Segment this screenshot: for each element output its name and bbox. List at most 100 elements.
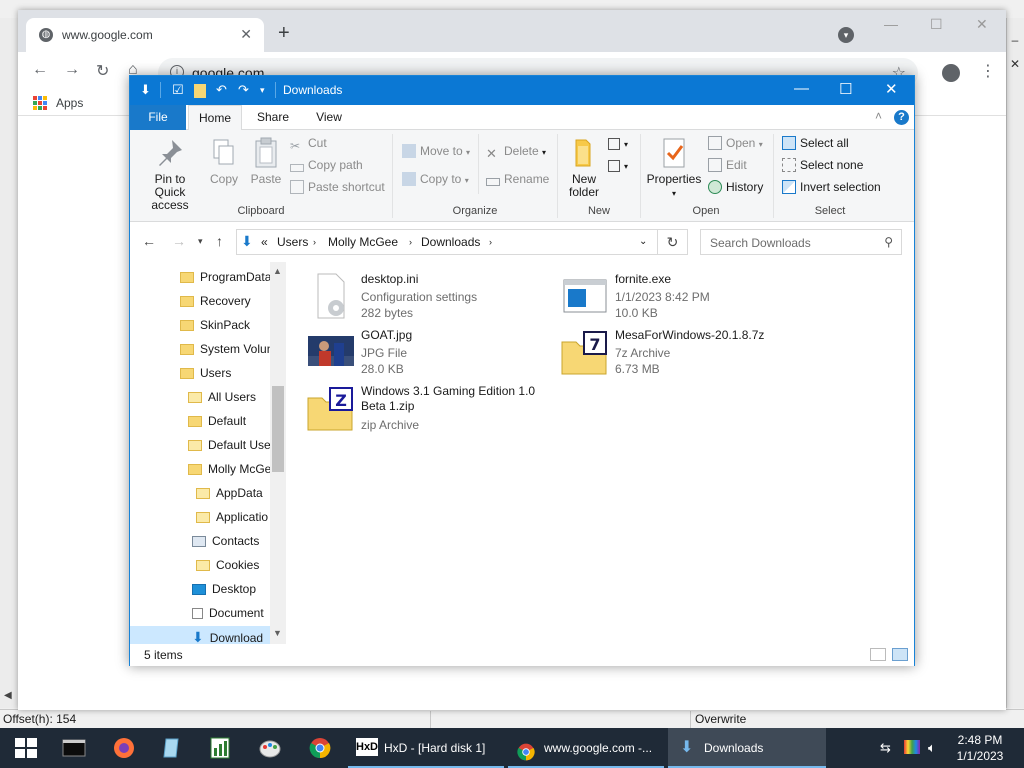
new-tab-button[interactable]: +: [278, 23, 290, 43]
new-item-button[interactable]: ▾: [608, 134, 628, 152]
file-item[interactable]: fornite.exe 1/1/2023 8:42 PM 10.0 KB: [544, 262, 794, 320]
glass-app-icon[interactable]: [160, 736, 184, 760]
chrome-tab[interactable]: ◍ www.google.com ✕: [26, 18, 264, 52]
open-button[interactable]: Open ▾: [708, 134, 763, 152]
nav-item[interactable]: Users: [180, 362, 231, 384]
paste-button[interactable]: Paste: [246, 136, 286, 186]
taskbar-app-explorer[interactable]: ⬇ Downloads: [668, 728, 826, 768]
pin-quick-access-button[interactable]: Pin to Quick access: [138, 136, 202, 212]
nav-item[interactable]: All Users: [188, 386, 256, 408]
undo-icon[interactable]: ↶: [216, 82, 227, 98]
forward-icon[interactable]: →: [172, 233, 186, 249]
nav-item[interactable]: Cookies: [196, 554, 259, 576]
reload-icon[interactable]: ↻: [96, 61, 109, 81]
back-icon[interactable]: ←: [142, 233, 156, 249]
nav-item[interactable]: Contacts: [192, 530, 259, 552]
move-to-button[interactable]: Move to ▾: [402, 142, 470, 160]
down-arrow-icon[interactable]: ⬇: [140, 82, 151, 98]
apps-bookmark[interactable]: Apps: [56, 96, 83, 110]
help-icon[interactable]: ?: [894, 110, 909, 125]
recent-locations-icon[interactable]: ▾: [198, 236, 203, 247]
large-icons-view-icon[interactable]: [892, 648, 908, 661]
nav-item[interactable]: Desktop: [192, 578, 256, 600]
edit-button[interactable]: Edit: [708, 156, 747, 174]
breadcrumb-users[interactable]: Users: [277, 235, 308, 249]
invert-selection-button[interactable]: Invert selection: [782, 178, 881, 196]
copy-button[interactable]: Copy: [204, 136, 244, 186]
refresh-icon[interactable]: ↻: [658, 229, 688, 255]
terminal-icon[interactable]: [62, 736, 86, 760]
spreadsheet-icon[interactable]: [208, 736, 232, 760]
properties-qat-icon[interactable]: ☑: [172, 82, 184, 98]
file-item[interactable]: 7 MesaForWindows-20.1.8.7z 7z Archive 6.…: [544, 318, 794, 376]
select-none-button[interactable]: Select none: [782, 156, 863, 174]
new-folder-button[interactable]: New folder: [562, 136, 606, 199]
file-item[interactable]: GOAT.jpg JPG File 28.0 KB: [290, 318, 540, 376]
nav-scrollbar[interactable]: ▲ ▼: [270, 262, 286, 644]
nav-item-downloads[interactable]: ⬇ Download: [130, 626, 270, 644]
hxd-close-icon[interactable]: ✕: [1006, 52, 1024, 76]
volume-icon[interactable]: 🔈︎: [928, 740, 936, 756]
file-item[interactable]: desktop.ini Configuration settings 282 b…: [290, 262, 540, 320]
scroll-thumb[interactable]: [272, 386, 284, 472]
breadcrumb-chevron-icon[interactable]: ›: [313, 237, 316, 247]
maximize-icon[interactable]: ☐: [839, 80, 852, 98]
search-placeholder[interactable]: Search Downloads: [710, 236, 811, 250]
color-app-tray-icon[interactable]: [904, 740, 920, 754]
nav-item[interactable]: Default: [188, 410, 246, 432]
menu-kebab-icon[interactable]: ⋮: [980, 61, 996, 81]
windows-start-icon[interactable]: [14, 736, 38, 760]
minimize-icon[interactable]: —: [794, 80, 809, 97]
file-item[interactable]: Z Windows 3.1 Gaming Edition 1.0 Beta 1.…: [290, 374, 540, 444]
tab-close-icon[interactable]: ✕: [240, 26, 252, 43]
profile-avatar[interactable]: [942, 64, 960, 82]
tab-share[interactable]: Share: [248, 105, 298, 130]
rename-button[interactable]: Rename: [486, 170, 549, 188]
tab-home[interactable]: Home: [188, 105, 242, 131]
cut-button[interactable]: ✂ Cut: [290, 134, 327, 153]
copy-to-button[interactable]: Copy to ▾: [402, 170, 469, 188]
collapse-ribbon-icon[interactable]: ˄: [875, 109, 882, 123]
breadcrumb-chevron-icon[interactable]: ›: [409, 237, 412, 247]
details-view-icon[interactable]: [870, 648, 886, 661]
properties-dropdown-icon[interactable]: ▾: [672, 189, 676, 198]
nav-item[interactable]: System Volun: [180, 338, 273, 360]
search-box[interactable]: Search Downloads ⚲: [700, 229, 902, 255]
breadcrumb-chevron-icon[interactable]: ›: [489, 237, 492, 247]
tab-search-icon[interactable]: ▾: [838, 27, 854, 43]
close-icon[interactable]: ✕: [976, 16, 988, 33]
up-arrow-icon[interactable]: ↑: [216, 233, 223, 249]
delete-button[interactable]: ✕ Delete ▾: [486, 142, 546, 161]
hxd-window-controls[interactable]: – ✕: [1006, 28, 1024, 76]
hxd-scroll-left-icon[interactable]: ◀: [4, 690, 12, 701]
chrome-icon[interactable]: [308, 736, 332, 760]
properties-button[interactable]: Properties ▾: [644, 136, 704, 200]
hxd-minimize-icon[interactable]: –: [1006, 28, 1024, 52]
copy-path-button[interactable]: Copy path: [290, 156, 363, 174]
nav-item[interactable]: SkinPack: [180, 314, 250, 336]
apps-grid-icon[interactable]: [33, 96, 47, 110]
system-clock[interactable]: 2:48 PM 1/1/2023: [948, 732, 1012, 764]
nav-item[interactable]: Default User: [188, 434, 275, 456]
taskbar-app-hxd[interactable]: HxD HxD - [Hard disk 1]: [348, 728, 504, 768]
search-icon[interactable]: ⚲: [884, 235, 893, 249]
history-button[interactable]: History: [708, 178, 763, 196]
address-dropdown-icon[interactable]: ⌄: [639, 236, 647, 247]
taskbar-app-chrome[interactable]: www.google.com -...: [508, 728, 664, 768]
nav-item[interactable]: Recovery: [180, 290, 251, 312]
breadcrumb-downloads[interactable]: Downloads: [421, 235, 480, 249]
maximize-icon[interactable]: ☐: [930, 16, 943, 33]
breadcrumb-user[interactable]: Molly McGee: [328, 235, 398, 249]
back-icon[interactable]: ←: [32, 61, 48, 79]
firefox-icon[interactable]: [112, 736, 136, 760]
forward-icon[interactable]: →: [64, 61, 80, 79]
new-folder-qat-icon[interactable]: [194, 84, 206, 98]
network-tray-icon[interactable]: ⇆: [880, 740, 891, 756]
scroll-up-icon[interactable]: ▲: [273, 266, 282, 276]
address-bar[interactable]: ⬇ « Users › Molly McGee › Downloads › ⌄: [236, 229, 658, 255]
tab-file[interactable]: File: [130, 105, 186, 130]
paste-shortcut-button[interactable]: Paste shortcut: [290, 178, 385, 196]
redo-icon[interactable]: ↷: [238, 82, 249, 98]
qat-dropdown-icon[interactable]: ▾: [260, 85, 265, 96]
nav-item[interactable]: ProgramData: [180, 266, 271, 288]
